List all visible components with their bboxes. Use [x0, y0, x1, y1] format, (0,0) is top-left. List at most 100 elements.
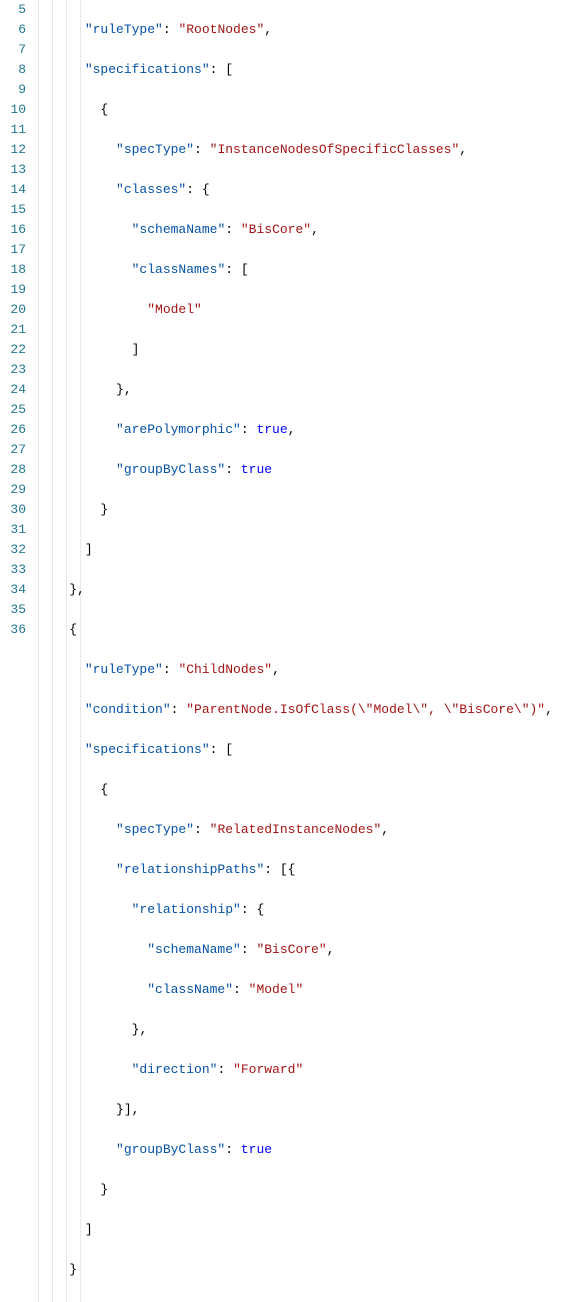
json-punct: , — [272, 662, 280, 677]
code-line[interactable]: "groupByClass": true — [38, 1140, 575, 1160]
code-line[interactable]: }, — [38, 1020, 575, 1040]
code-line[interactable]: { — [38, 100, 575, 120]
code-line[interactable]: } — [38, 1260, 575, 1280]
json-punct: : — [210, 62, 226, 77]
code-line[interactable]: "schemaName": "BisCore", — [38, 940, 575, 960]
code-line[interactable]: "direction": "Forward" — [38, 1060, 575, 1080]
code-line[interactable]: "condition": "ParentNode.IsOfClass(\"Mod… — [38, 700, 575, 720]
line-number: 22 — [0, 340, 26, 360]
json-key: "relationshipPaths" — [116, 862, 264, 877]
line-number: 25 — [0, 400, 26, 420]
json-key: "classes" — [116, 182, 186, 197]
json-key: "specifications" — [85, 742, 210, 757]
code-line[interactable]: "specifications": [ — [38, 740, 575, 760]
json-key: "ruleType" — [85, 662, 163, 677]
json-key: "condition" — [85, 702, 171, 717]
json-punct: } — [116, 382, 124, 397]
code-line[interactable]: } — [38, 500, 575, 520]
json-punct: : — [186, 182, 202, 197]
json-punct: { — [69, 622, 77, 637]
line-number: 32 — [0, 540, 26, 560]
code-line[interactable]: "groupByClass": true — [38, 460, 575, 480]
line-number: 29 — [0, 480, 26, 500]
line-number: 31 — [0, 520, 26, 540]
json-key: "direction" — [132, 1062, 218, 1077]
line-number: 34 — [0, 580, 26, 600]
json-punct: , — [124, 382, 132, 397]
code-editor[interactable]: 5 6 7 8 9 10 11 12 13 14 15 16 17 18 19 … — [0, 0, 575, 1302]
code-line[interactable]: }, — [38, 580, 575, 600]
line-number: 14 — [0, 180, 26, 200]
code-line[interactable]: "ruleType": "RootNodes", — [38, 20, 575, 40]
line-number: 8 — [0, 60, 26, 80]
json-punct: } — [69, 1262, 77, 1277]
code-line[interactable]: "arePolymorphic": true, — [38, 420, 575, 440]
json-key: "relationship" — [132, 902, 241, 917]
json-key: "specType" — [116, 822, 194, 837]
code-lines[interactable]: "ruleType": "RootNodes", "specifications… — [38, 0, 575, 1302]
code-line[interactable]: }], — [38, 1100, 575, 1120]
line-number: 26 — [0, 420, 26, 440]
code-line[interactable]: "specifications": [ — [38, 60, 575, 80]
json-punct: : — [241, 942, 257, 957]
code-line[interactable]: "specType": "InstanceNodesOfSpecificClas… — [38, 140, 575, 160]
json-punct: { — [100, 102, 108, 117]
json-key: "arePolymorphic" — [116, 422, 241, 437]
json-punct: } — [100, 502, 108, 517]
json-punct: [{ — [280, 862, 296, 877]
line-number: 19 — [0, 280, 26, 300]
code-content[interactable]: "ruleType": "RootNodes", "specifications… — [38, 0, 575, 1302]
line-number: 30 — [0, 500, 26, 520]
line-number: 9 — [0, 80, 26, 100]
json-punct: : — [194, 142, 210, 157]
code-line[interactable]: "relationshipPaths": [{ — [38, 860, 575, 880]
json-punct: : — [217, 1062, 233, 1077]
code-line[interactable]: "classes": { — [38, 180, 575, 200]
json-key: "groupByClass" — [116, 462, 225, 477]
code-line[interactable]: ] — [38, 540, 575, 560]
line-number: 16 — [0, 220, 26, 240]
json-punct: , — [545, 702, 553, 717]
json-punct: [ — [241, 262, 249, 277]
code-line[interactable]: } — [38, 1180, 575, 1200]
json-string: "ParentNode.IsOfClass(\"Model\", \"BisCo… — [186, 702, 545, 717]
line-number: 13 — [0, 160, 26, 180]
code-line[interactable]: "specType": "RelatedInstanceNodes", — [38, 820, 575, 840]
code-line[interactable]: }, — [38, 380, 575, 400]
line-number: 10 — [0, 100, 26, 120]
code-line[interactable]: ] — [38, 1220, 575, 1240]
line-number: 18 — [0, 260, 26, 280]
json-punct: : — [225, 462, 241, 477]
json-punct: , — [288, 422, 296, 437]
json-string: "Forward" — [233, 1062, 303, 1077]
line-number: 21 — [0, 320, 26, 340]
json-punct: , — [459, 142, 467, 157]
line-number: 15 — [0, 200, 26, 220]
json-punct: } — [132, 1022, 140, 1037]
line-number: 27 — [0, 440, 26, 460]
code-line[interactable]: { — [38, 620, 575, 640]
json-punct: : — [210, 742, 226, 757]
json-punct: , — [77, 582, 85, 597]
json-punct: : — [264, 862, 280, 877]
line-number: 23 — [0, 360, 26, 380]
code-line[interactable]: "ruleType": "ChildNodes", — [38, 660, 575, 680]
line-number: 35 — [0, 600, 26, 620]
code-line[interactable]: "relationship": { — [38, 900, 575, 920]
line-number: 11 — [0, 120, 26, 140]
code-line[interactable]: { — [38, 780, 575, 800]
json-punct: : — [225, 222, 241, 237]
json-key: "className" — [147, 982, 233, 997]
code-line[interactable]: "Model" — [38, 300, 575, 320]
json-punct: { — [100, 782, 108, 797]
json-punct: , — [327, 942, 335, 957]
code-line[interactable]: "classNames": [ — [38, 260, 575, 280]
json-string: "InstanceNodesOfSpecificClasses" — [210, 142, 460, 157]
code-line[interactable]: "className": "Model" — [38, 980, 575, 1000]
json-punct: ] — [85, 542, 93, 557]
code-line[interactable]: "schemaName": "BisCore", — [38, 220, 575, 240]
json-literal: true — [256, 422, 287, 437]
json-literal: true — [241, 1142, 272, 1157]
json-punct: { — [256, 902, 264, 917]
code-line[interactable]: ] — [38, 340, 575, 360]
